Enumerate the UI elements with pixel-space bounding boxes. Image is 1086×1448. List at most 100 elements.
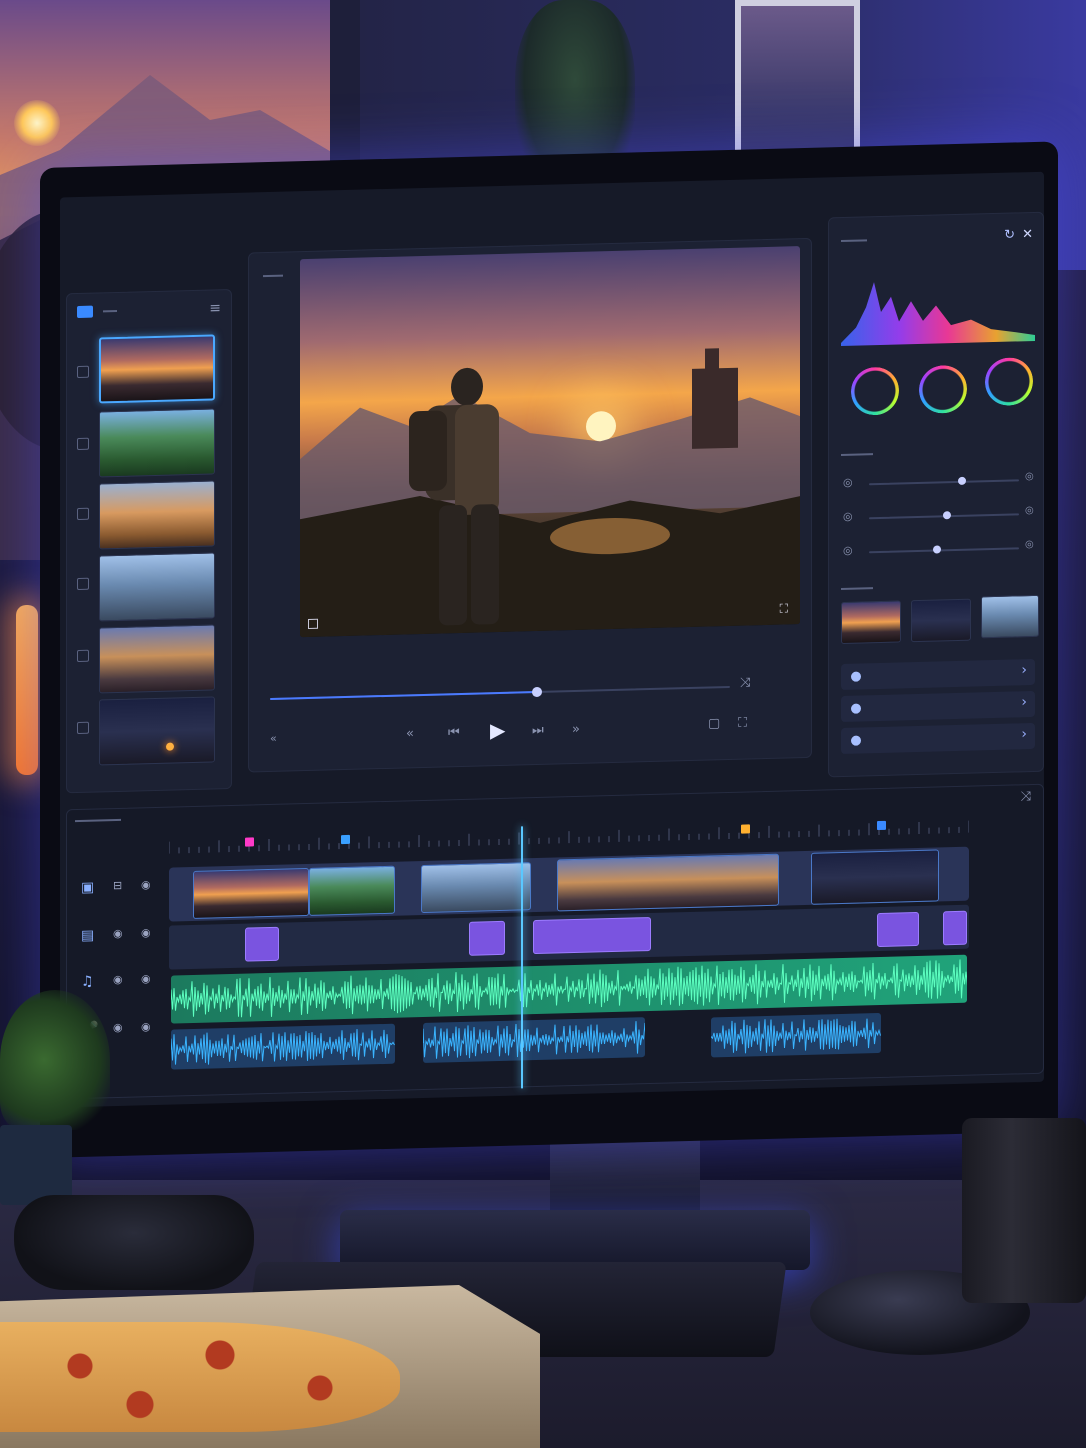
color-wheel-gamma[interactable] (919, 364, 967, 414)
bin-thumb-sunset-hiker[interactable] (99, 334, 215, 404)
bin-checkbox[interactable] (77, 365, 89, 379)
color-wheel-lift[interactable] (851, 366, 899, 416)
video-track-icon: ▣ (81, 879, 95, 896)
viewer-title-placeholder (263, 274, 283, 278)
close-icon[interactable]: ✕ (1022, 227, 1033, 242)
bin-checkbox[interactable] (77, 649, 89, 663)
waveform-path (422, 1021, 647, 1059)
preview-landscape (300, 348, 800, 638)
folder-icon[interactable] (77, 305, 93, 319)
clip-helicopter[interactable] (421, 862, 531, 914)
preset-dot-icon (851, 735, 861, 746)
rewind-button[interactable]: « (406, 726, 414, 741)
eye-icon[interactable]: ◉ (113, 1021, 123, 1034)
fullscreen-icon[interactable]: ⛶ (780, 601, 788, 616)
eye-icon[interactable]: ◉ (141, 878, 151, 891)
clip-campfire-night[interactable] (811, 849, 939, 905)
fx-clip[interactable] (245, 926, 279, 962)
preset-row[interactable]: › (841, 658, 1035, 691)
campfire (166, 742, 174, 751)
eye-icon[interactable]: ◉ (141, 926, 151, 939)
loop-icon[interactable]: ⤨ (740, 675, 750, 690)
bin-thumb-offroad-truck[interactable] (99, 480, 215, 550)
bin-thumb-campfire-night[interactable] (99, 696, 215, 766)
voice-clip[interactable] (170, 1023, 395, 1070)
fx-clip[interactable] (943, 910, 967, 946)
eye-icon[interactable]: ◉ (113, 927, 123, 940)
preset-row[interactable]: › (841, 690, 1035, 723)
eye-icon[interactable]: ◉ (141, 972, 151, 985)
waveform-path (710, 1018, 881, 1054)
fx-clip[interactable] (877, 911, 919, 948)
color-panel-title-placeholder (841, 239, 867, 243)
reset-icon[interactable]: ◎ (1025, 471, 1034, 482)
rewind-icon[interactable]: « (270, 732, 277, 745)
color-wheel-gain[interactable] (985, 356, 1033, 407)
timeline-marker[interactable] (245, 837, 254, 847)
fx-clip[interactable] (469, 920, 505, 956)
lock-icon[interactable]: ⊟ (113, 879, 122, 892)
pizza (0, 1322, 400, 1432)
adjustment-slider-track[interactable] (869, 547, 1019, 554)
bin-checkbox[interactable] (77, 721, 89, 735)
playhead[interactable] (521, 826, 523, 1089)
slider-icon: ◎ (843, 475, 853, 489)
forward-button[interactable]: » (572, 722, 580, 737)
bin-title-placeholder (103, 309, 117, 313)
adjustment-slider-track[interactable] (869, 479, 1019, 486)
timeline-marker[interactable] (341, 834, 350, 845)
clip-castle-dusk[interactable] (557, 853, 779, 912)
chevron-right-icon: › (1021, 726, 1027, 743)
expand-icon[interactable]: ⛶ (738, 715, 747, 730)
clip-sunset-hiker[interactable] (193, 867, 309, 919)
timeline-options-icon[interactable]: ⤨ (1021, 789, 1031, 804)
voice-wave-shape (170, 1029, 395, 1065)
scene: ≡ ⤨ (0, 0, 1086, 1448)
scrubber-knob[interactable] (531, 686, 542, 698)
voice-clip[interactable] (710, 1012, 881, 1058)
menu-icon[interactable]: ≡ (209, 300, 221, 316)
look-sunset[interactable] (841, 600, 901, 645)
bin-thumb-castle-dusk[interactable] (99, 624, 215, 694)
prev-frame-icon[interactable]: ⏮ (448, 725, 460, 740)
safe-area-icon[interactable]: ▢ (708, 716, 720, 731)
music-icon: ♫ (81, 973, 94, 990)
reset-icon[interactable]: ◎ (1025, 539, 1034, 550)
monitor: ≡ ⤨ (40, 141, 1058, 1159)
fx-clip[interactable] (533, 917, 651, 955)
adjustment-slider-knob[interactable] (943, 511, 951, 520)
timeline-title-placeholder (75, 818, 121, 823)
next-frame-icon[interactable]: ⏭ (532, 723, 544, 738)
play-icon[interactable]: ▶ (490, 718, 505, 742)
chevron-right-icon: › (1021, 694, 1027, 711)
look-blue-mountain[interactable] (911, 598, 971, 643)
looks-title-placeholder (841, 587, 873, 591)
hiker-figure (409, 367, 499, 626)
waveform-path (170, 959, 968, 1018)
timeline-marker[interactable] (877, 820, 886, 831)
preset-dot-icon (851, 703, 861, 714)
voice-wave-shape (422, 1021, 647, 1059)
bin-thumb-forest[interactable] (99, 408, 215, 478)
voice-clip[interactable] (422, 1017, 647, 1063)
eye-icon[interactable]: ◉ (141, 1020, 151, 1033)
clip-forest[interactable] (309, 865, 395, 916)
adjustment-slider-knob[interactable] (932, 545, 941, 554)
game-controller (14, 1195, 254, 1290)
preset-row[interactable]: › (841, 722, 1035, 755)
chevron-right-icon: › (1021, 662, 1027, 679)
adjustment-slider-knob[interactable] (958, 476, 966, 485)
bin-checkbox[interactable] (77, 507, 89, 521)
bin-checkbox[interactable] (77, 437, 89, 451)
bin-thumb-helicopter-soldier[interactable] (99, 552, 215, 622)
plant-pot (0, 1125, 72, 1205)
look-misty-mountain[interactable] (981, 594, 1039, 639)
adjustments-title-placeholder (841, 453, 873, 457)
timeline-marker[interactable] (741, 824, 750, 834)
video-preview: ⛶ (300, 246, 800, 638)
refresh-icon[interactable]: ↻ (1004, 227, 1015, 242)
bin-checkbox[interactable] (77, 577, 89, 591)
reset-icon[interactable]: ◎ (1025, 505, 1034, 516)
eye-icon[interactable]: ◉ (113, 973, 123, 986)
mug (962, 1118, 1086, 1303)
